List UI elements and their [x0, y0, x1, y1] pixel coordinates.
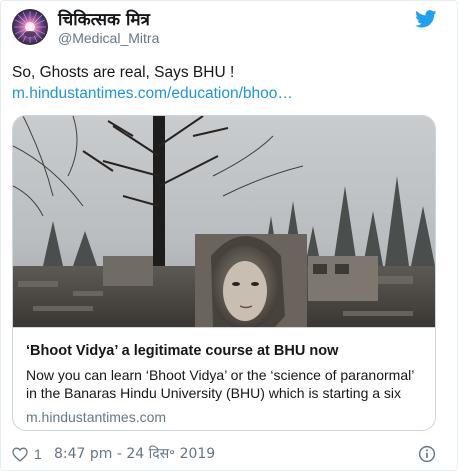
card-description-line: in the Banaras Hindu University (BHU) wh…	[26, 385, 402, 401]
card-body: ‘Bhoot Vidya’ a legitimate course at BHU…	[13, 327, 435, 430]
avatar[interactable]	[12, 9, 48, 45]
tweet-embed: चिकित्सक मित्र @Medical_Mitra So, Ghosts…	[0, 0, 458, 471]
card-title: ‘Bhoot Vidya’ a legitimate course at BHU…	[26, 343, 339, 359]
tweet-link[interactable]: m.hindustantimes.com/education/bhoo…	[12, 84, 293, 104]
heart-icon[interactable]	[12, 447, 28, 462]
user-handle[interactable]: @Medical_Mitra	[58, 30, 159, 46]
display-name[interactable]: चिकित्सक मित्र	[58, 10, 150, 30]
card-description: Now you can learn ‘Bhoot Vidya’ or the ‘…	[26, 366, 430, 402]
like-count[interactable]: 1	[34, 446, 42, 463]
tweet-text: So, Ghosts are real, Says BHU !	[12, 64, 235, 81]
tweet-timestamp[interactable]: 8:47 pm - 24 दिस॰ 2019	[54, 446, 215, 463]
card-domain: m.hindustantimes.com	[26, 409, 167, 425]
card-description-line: Now you can learn ‘Bhoot Vidya’ or the ‘…	[26, 367, 415, 383]
tweet-footer: 1 8:47 pm - 24 दिस॰ 2019	[12, 445, 448, 465]
info-icon[interactable]	[418, 445, 436, 463]
avatar-image	[14, 11, 46, 43]
link-preview-card[interactable]: ‘Bhoot Vidya’ a legitimate course at BHU…	[12, 115, 436, 431]
card-image	[13, 116, 435, 327]
twitter-bird-icon[interactable]	[415, 10, 437, 28]
